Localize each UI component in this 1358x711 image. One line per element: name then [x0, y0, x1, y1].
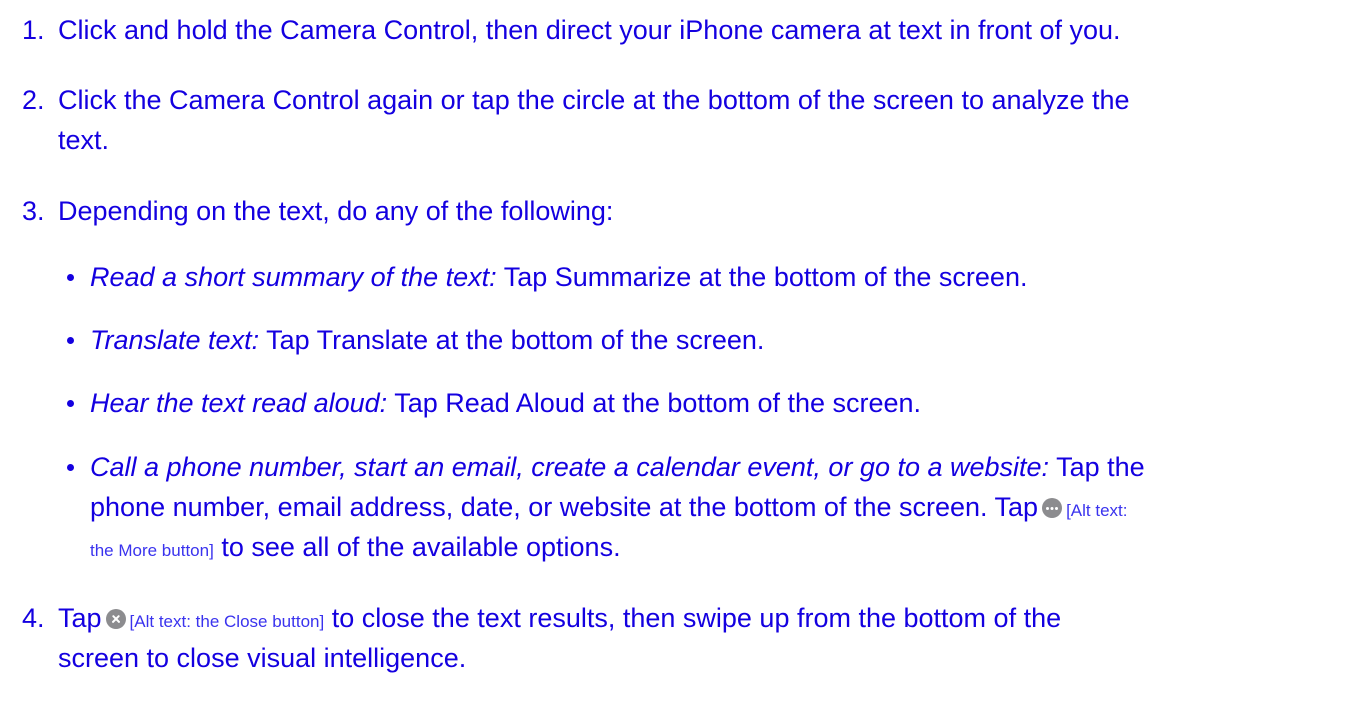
bullet-text: to see all of the available options. [213, 532, 621, 562]
bullet-text: Tap Read Aloud at the bottom of the scre… [387, 388, 922, 418]
step-text: Depending on the text, do any of the fol… [58, 196, 614, 226]
bullet-item-continued: the More button] to see all of the avail… [90, 530, 621, 568]
bullet-label: Call a phone number, start an email, cre… [90, 452, 1050, 482]
bullet-item-continued: phone number, email address, date, or we… [90, 490, 1128, 528]
bullet-dot [67, 337, 74, 344]
step-text-pre: Tap [58, 603, 102, 633]
bullet-text: phone number, email address, date, or we… [90, 492, 1039, 522]
step-number: 1. [22, 15, 45, 45]
bullet-text: Tap the [1049, 452, 1145, 482]
step-text: Click the Camera Control again or tap th… [58, 85, 1130, 115]
bullet-dot [67, 464, 74, 471]
bullet-item: Call a phone number, start an email, cre… [90, 450, 1145, 484]
bullet-label: Translate text: [90, 325, 260, 355]
bullet-item: Translate text: Tap Translate at the bot… [90, 323, 764, 357]
step-text: text. [58, 125, 110, 155]
bullet-dot [67, 274, 74, 281]
alt-text: [Alt text: the Close button] [129, 612, 325, 631]
bullet-item: Read a short summary of the text: Tap Su… [90, 260, 1027, 294]
close-icon [105, 609, 126, 629]
more-icon [1042, 498, 1063, 518]
step-text: Tap [Alt text: the Close button] to close… [58, 601, 1061, 639]
step-text: screen to close visual intelligence. [58, 643, 467, 673]
alt-text: the More button] [90, 541, 214, 560]
alt-text: [Alt text: [1066, 501, 1128, 520]
step-text: Click and hold the Camera Control, then … [58, 15, 1121, 45]
bullet-item: Hear the text read aloud: Tap Read Aloud… [90, 386, 921, 420]
step-text-post: to close the text results, then swipe up… [324, 603, 1062, 633]
step-number: 4. [22, 603, 45, 633]
bullet-label: Read a short summary of the text: [90, 262, 497, 292]
step-number: 3. [22, 196, 45, 226]
bullet-label: Hear the text read aloud: [90, 388, 388, 418]
step-number: 2. [22, 85, 45, 115]
bullet-dot [67, 400, 74, 407]
bullet-text: Tap Summarize at the bottom of the scree… [496, 262, 1028, 292]
bullet-text: Tap Translate at the bottom of the scree… [259, 325, 765, 355]
